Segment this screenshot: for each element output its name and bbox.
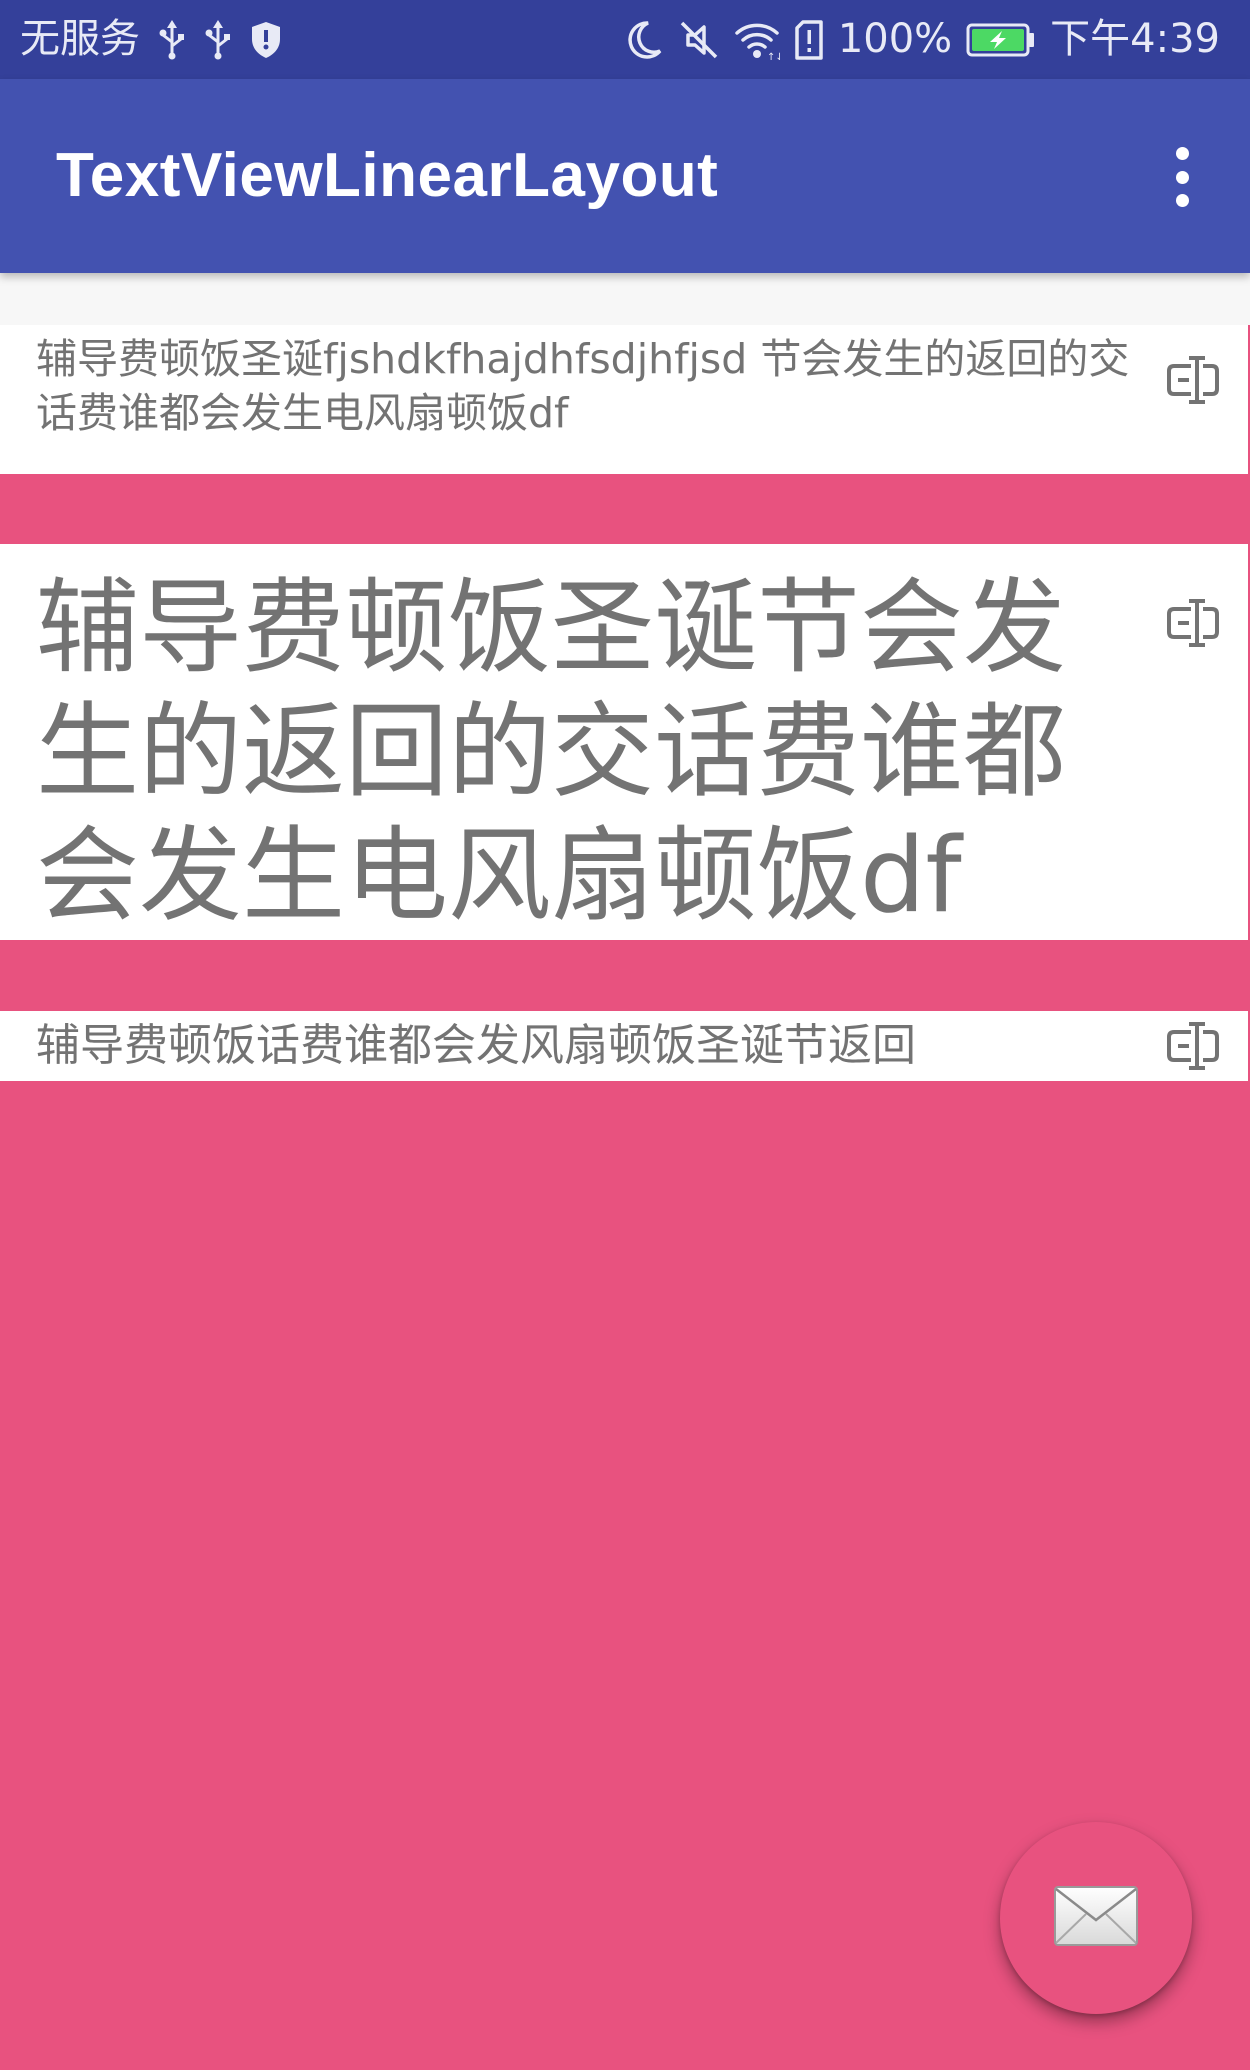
mute-icon [678, 19, 720, 61]
text-row-single-line: 辅导费顿饭话费谁都会发风扇顿饭圣诞节返回 [0, 1011, 1248, 1081]
text-edit-icon[interactable] [1166, 598, 1220, 652]
text-view-3: 辅导费顿饭话费谁都会发风扇顿饭圣诞节返回 [36, 1020, 916, 1071]
svg-text:↑↓: ↑↓ [767, 52, 780, 61]
battery-percent: 100% [837, 16, 953, 62]
menu-dot [1175, 147, 1189, 160]
status-bar-left: 无服务 [20, 0, 282, 79]
menu-dot [1175, 170, 1189, 184]
battery-charging-icon [966, 22, 1036, 58]
email-icon [1052, 1884, 1140, 1952]
sim-alert-icon [794, 19, 824, 61]
text-row-small: 辅导费顿饭圣诞fjshdkfhajdhfsdjhfjsd 节会发生的返回的交话费… [0, 325, 1248, 474]
text-view-1: 辅导费顿饭圣诞fjshdkfhajdhfsdjhfjsd 节会发生的返回的交话费… [36, 335, 1130, 437]
status-bar: 无服务 ↑↓ 100% 下午4:39 [0, 0, 1250, 79]
app-title: TextViewLinearLayout [56, 141, 719, 210]
status-time: 下午4:39 [1050, 16, 1220, 62]
text-row-large: 辅导费顿饭圣诞节会发生的返回的交话费谁都会发生电风扇顿饭df [0, 544, 1248, 940]
top-spacer [0, 273, 1250, 325]
app-bar: TextViewLinearLayout [0, 79, 1250, 273]
carrier-label: 无服务 [20, 16, 140, 62]
shield-icon [250, 20, 282, 60]
overflow-menu-icon[interactable] [1162, 147, 1202, 207]
moon-icon [624, 19, 664, 61]
text-edit-icon[interactable] [1166, 355, 1220, 409]
status-bar-right: ↑↓ 100% 下午4:39 [624, 0, 1220, 79]
text-edit-icon[interactable] [1166, 1021, 1220, 1075]
text-view-2: 辅导费顿饭圣诞节会发生的返回的交话费谁都会发生电风扇顿饭df [36, 568, 1066, 936]
usb-icon [204, 19, 232, 60]
menu-dot [1175, 194, 1189, 207]
wifi-icon: ↑↓ [734, 19, 780, 61]
usb-icon [158, 19, 186, 60]
email-fab-button[interactable] [1000, 1822, 1192, 2014]
